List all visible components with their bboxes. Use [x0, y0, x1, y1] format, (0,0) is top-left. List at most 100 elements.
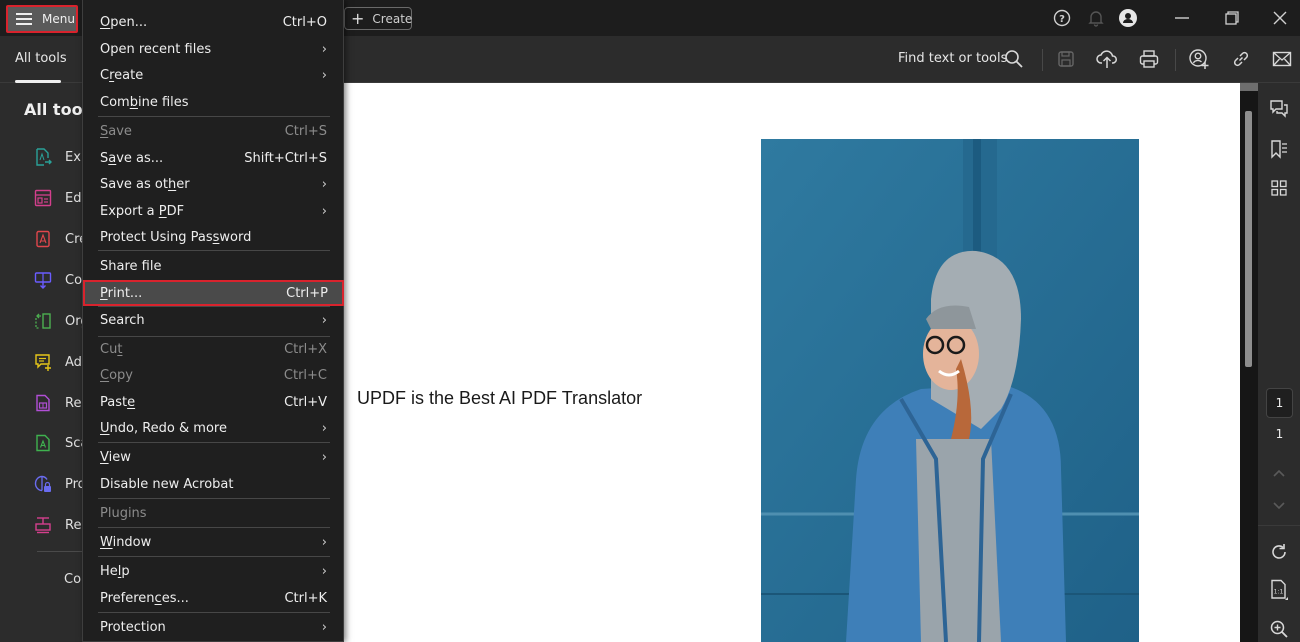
- chevron-right-icon: ›: [321, 420, 327, 436]
- menu-item-window[interactable]: Window ›: [83, 529, 343, 555]
- menu-item-search[interactable]: Search ›: [83, 307, 343, 333]
- menu-item-copy: Copy Ctrl+C: [83, 362, 343, 388]
- menu-item-label: Paste: [100, 394, 136, 410]
- toolbar-separator: [1042, 49, 1043, 71]
- menu-item-label: Copy: [100, 367, 133, 383]
- menu-button[interactable]: Menu: [6, 5, 78, 33]
- plus-icon: +: [351, 8, 365, 28]
- chevron-right-icon: ›: [321, 176, 327, 192]
- chevron-right-icon: ›: [321, 563, 327, 579]
- menu-item-disable-new-acrobat[interactable]: Disable new Acrobat: [83, 471, 343, 497]
- upload-cloud-icon[interactable]: [1096, 48, 1118, 70]
- chevron-up-icon[interactable]: [1269, 463, 1289, 483]
- menu-item-print[interactable]: Print... Ctrl+P: [83, 280, 344, 306]
- pdf-page: UPDF is the Best AI PDF Translator: [343, 83, 1240, 642]
- menu-item-create[interactable]: Create ›: [83, 62, 343, 88]
- menu-item-label: View: [100, 449, 131, 465]
- create-pdf-icon: [36, 230, 50, 248]
- chevron-right-icon: ›: [321, 534, 327, 550]
- chevron-right-icon: ›: [321, 203, 327, 219]
- vertical-scrollbar[interactable]: [1240, 83, 1258, 642]
- menu-item-label: Window: [100, 534, 152, 550]
- bookmark-icon[interactable]: [1269, 139, 1289, 159]
- find-text-or-tools[interactable]: Find text or tools: [898, 51, 1007, 66]
- tool-label: Re: [65, 395, 82, 411]
- menu-item-protect-using-password[interactable]: Protect Using Password: [83, 224, 343, 250]
- right-rail: 1 1 1:1: [1258, 83, 1300, 642]
- panel-more-link[interactable]: Co: [64, 572, 81, 587]
- menu-item-label: Open...: [100, 14, 148, 30]
- chevron-right-icon: ›: [321, 67, 327, 83]
- menu-item-help[interactable]: Help ›: [83, 558, 343, 584]
- menu-separator: [98, 612, 330, 613]
- menu-item-combine-files[interactable]: Combine files: [83, 89, 343, 115]
- menu-item-preferences[interactable]: Preferences... Ctrl+K: [83, 585, 343, 611]
- menu-item-plugins: Plugins: [83, 500, 343, 526]
- tool-label: Co: [65, 272, 83, 288]
- panel-divider: [37, 551, 83, 552]
- save-icon[interactable]: [1055, 48, 1077, 70]
- add-person-icon[interactable]: [1188, 48, 1210, 70]
- menu-separator: [98, 498, 330, 499]
- menu-item-shortcut: Shift+Ctrl+S: [244, 150, 327, 166]
- rail-separator: [1258, 525, 1300, 526]
- menu-item-label: Undo, Redo & more: [100, 420, 227, 436]
- menu-item-undo-redo-more[interactable]: Undo, Redo & more ›: [83, 415, 343, 441]
- tab-all-tools[interactable]: All tools: [15, 51, 67, 66]
- menu-item-label: Export a PDF: [100, 203, 185, 219]
- menu-item-label: Save as...: [100, 150, 164, 166]
- tool-label: Re: [65, 517, 82, 533]
- menu-item-label: Share file: [100, 258, 162, 274]
- thumbnails-icon[interactable]: [1269, 178, 1289, 198]
- menu-item-export-a-pdf[interactable]: Export a PDF ›: [83, 198, 343, 224]
- menu-item-shortcut: Ctrl+S: [284, 123, 327, 139]
- chevron-down-icon[interactable]: [1269, 496, 1289, 516]
- chevron-right-icon: ›: [321, 619, 327, 635]
- document-photo: [761, 139, 1139, 642]
- menu-item-label: Open recent files: [100, 41, 212, 57]
- comment-add-icon: [35, 354, 51, 371]
- menu-item-label: Protection: [100, 619, 166, 635]
- menu-item-open-recent-files[interactable]: Open recent files ›: [83, 36, 343, 62]
- menu-separator: [98, 442, 330, 443]
- print-icon[interactable]: [1138, 48, 1160, 70]
- minimize-icon[interactable]: [1172, 8, 1192, 28]
- main-menu-dropdown: Open... Ctrl+O Open recent files › Create › Co…: [82, 0, 344, 642]
- create-button[interactable]: + Create: [344, 7, 412, 30]
- menu-item-save-as-other[interactable]: Save as other ›: [83, 171, 343, 197]
- mail-icon[interactable]: [1271, 48, 1293, 70]
- comment-icon[interactable]: [1269, 99, 1289, 119]
- menu-item-open[interactable]: Open... Ctrl+O: [83, 9, 343, 35]
- request-sign-icon: [36, 394, 50, 412]
- menu-button-label: Menu: [42, 12, 75, 26]
- account-icon[interactable]: [1118, 8, 1138, 28]
- menu-item-shortcut: Ctrl+K: [284, 590, 327, 606]
- close-icon[interactable]: [1270, 8, 1290, 28]
- document-viewer: UPDF is the Best AI PDF Translator: [343, 83, 1240, 642]
- help-icon[interactable]: ?: [1052, 8, 1072, 28]
- page-fit-icon[interactable]: 1:1: [1269, 579, 1289, 600]
- menu-item-save: Save Ctrl+S: [83, 118, 343, 144]
- create-button-label: Create: [372, 11, 413, 26]
- link-icon[interactable]: [1230, 48, 1252, 70]
- restore-icon[interactable]: [1222, 8, 1242, 28]
- edit-pdf-icon: [34, 189, 52, 207]
- menu-item-shortcut: Ctrl+V: [284, 394, 327, 410]
- current-page-input[interactable]: 1: [1266, 388, 1293, 418]
- all-tools-panel: All tools Exp Edi Cre Co Org Ad Re Sca P…: [0, 83, 98, 642]
- menu-separator: [98, 250, 330, 251]
- search-icon[interactable]: [1003, 48, 1025, 70]
- bell-icon[interactable]: [1086, 8, 1106, 28]
- menu-item-label: Combine files: [100, 94, 189, 110]
- menu-item-view[interactable]: View ›: [83, 444, 343, 470]
- rotate-icon[interactable]: [1269, 542, 1289, 562]
- menu-item-protection[interactable]: Protection ›: [83, 614, 343, 640]
- zoom-in-icon[interactable]: [1269, 619, 1289, 639]
- menu-item-shortcut: Ctrl+P: [286, 285, 328, 301]
- svg-text:?: ?: [1059, 14, 1065, 25]
- scrollbar-thumb[interactable]: [1245, 111, 1252, 367]
- menu-item-share-file[interactable]: Share file: [83, 253, 343, 279]
- menu-item-save-as[interactable]: Save as... Shift+Ctrl+S: [83, 145, 343, 171]
- menu-item-label: Cut: [100, 341, 123, 357]
- menu-item-paste[interactable]: Paste Ctrl+V: [83, 389, 343, 415]
